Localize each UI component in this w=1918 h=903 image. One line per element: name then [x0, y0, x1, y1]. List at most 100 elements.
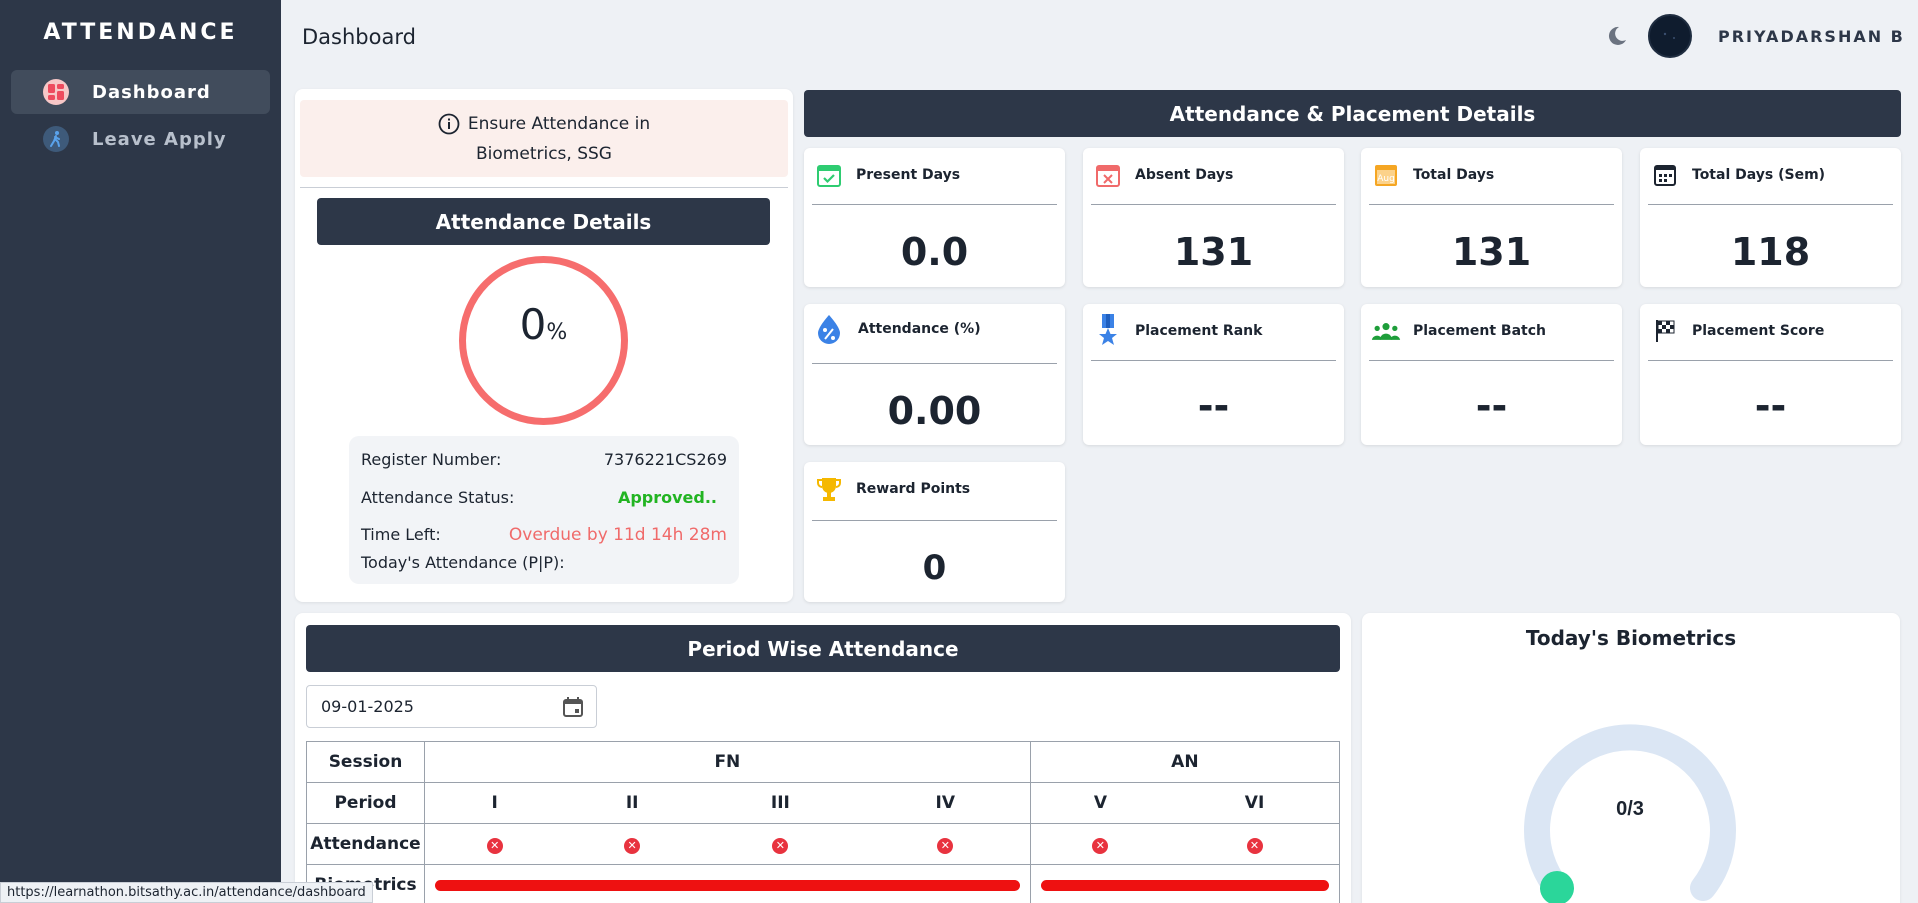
sidebar-item-label: Dashboard: [92, 81, 211, 103]
absent-x-icon: ✕: [772, 838, 789, 854]
attendance-cell: ✕: [1170, 823, 1341, 865]
stat-value: 131: [1173, 230, 1254, 274]
attendance-label: Attendance: [306, 823, 425, 865]
period-cell: IV: [860, 782, 1031, 824]
users-icon: [1371, 316, 1401, 346]
stat-value: 0.00: [887, 389, 982, 433]
stat-card-absent-days: Absent Days 131: [1083, 148, 1344, 287]
divider: [1648, 360, 1893, 361]
stat-label: Placement Batch: [1413, 323, 1546, 339]
calendar-x-icon: [1093, 160, 1123, 190]
walking-person-icon: [43, 126, 69, 152]
table-row: Attendance ✕ ✕ ✕ ✕ ✕ ✕: [306, 823, 1341, 865]
status-label: Attendance Status:: [361, 488, 515, 507]
stat-card-reward-points: Reward Points 0: [804, 462, 1065, 602]
period-table: Session FN AN Period I II III IV V VI At…: [306, 741, 1341, 903]
stat-value: --: [1754, 384, 1787, 428]
stat-card-total-days: Aug Total Days 131: [1361, 148, 1622, 287]
divider: [300, 187, 788, 188]
absent-x-icon: ✕: [1246, 838, 1263, 854]
biometrics-fn-cell: [424, 864, 1031, 903]
page-title: Dashboard: [302, 25, 416, 49]
period-cell: VI: [1170, 782, 1341, 824]
absent-x-icon: ✕: [486, 838, 503, 854]
fn-label: FN: [424, 741, 1031, 783]
stat-card-placement-score: Placement Score --: [1640, 304, 1901, 445]
attendance-percent: 0%: [458, 300, 629, 349]
today-attendance-label: Today's Attendance (P|P):: [361, 553, 565, 572]
stat-label: Attendance (%): [858, 321, 981, 337]
medal-icon: [1093, 314, 1123, 346]
moon-icon[interactable]: [1605, 24, 1629, 48]
stat-value: 118: [1730, 230, 1811, 274]
stat-label: Placement Score: [1692, 323, 1825, 339]
biometrics-gauge: [1524, 724, 1736, 903]
percent-drop-icon: [814, 314, 844, 344]
svg-text:Aug: Aug: [1377, 174, 1395, 184]
date-value: 09-01-2025: [321, 697, 414, 716]
period-cell: I: [424, 782, 565, 824]
sidebar-item-label: Leave Apply: [92, 128, 227, 150]
stat-label: Total Days (Sem): [1692, 167, 1826, 183]
register-label: Register Number:: [361, 450, 502, 469]
dashboard-icon: [43, 79, 69, 105]
an-label: AN: [1029, 741, 1341, 783]
biometrics-an-cell: [1029, 864, 1341, 903]
today-attendance-row: Today's Attendance (P|P):: [361, 553, 727, 572]
period-cell: V: [1029, 782, 1171, 824]
calendar-icon: [1650, 160, 1680, 190]
table-row: Biometrics: [306, 864, 1341, 903]
stat-value: 0.0: [900, 230, 969, 274]
sidebar-item-leave-apply[interactable]: Leave Apply: [11, 117, 270, 161]
sidebar-item-dashboard[interactable]: Dashboard: [11, 70, 270, 114]
biometrics-an-bar: [1040, 879, 1329, 891]
divider: [1091, 360, 1336, 361]
stat-label: Total Days: [1413, 167, 1495, 183]
biometrics-fn-bar: [435, 879, 1020, 891]
stat-value: 131: [1451, 230, 1532, 274]
calendar-picker-icon[interactable]: [562, 696, 584, 718]
attendance-cell: ✕: [424, 823, 565, 865]
divider: [1091, 204, 1336, 205]
calendar-check-icon: [814, 160, 844, 190]
table-row: Session FN AN: [306, 741, 1341, 783]
absent-x-icon: ✕: [1092, 838, 1109, 854]
user-name[interactable]: PRIYADARSHAN B: [1718, 27, 1905, 46]
stat-label: Absent Days: [1135, 167, 1234, 183]
divider: [812, 520, 1057, 521]
stat-value: --: [1475, 384, 1508, 428]
stat-value: --: [1197, 384, 1230, 428]
period-label: Period: [306, 782, 425, 824]
attendance-info-box: Register Number: 7376221CS269 Attendance…: [349, 436, 739, 584]
stat-card-attendance-percent: Attendance (%) 0.00: [804, 304, 1065, 445]
attendance-details-title: Attendance Details: [317, 198, 770, 245]
calendar-aug-icon: Aug: [1371, 160, 1401, 190]
trophy-icon: [814, 474, 844, 504]
placement-details-title: Attendance & Placement Details: [804, 90, 1901, 137]
divider: [1369, 360, 1614, 361]
status-badge: Approved..: [617, 488, 717, 507]
notice-banner: Ensure Attendance in Biometrics, SSG: [300, 100, 788, 177]
stat-label: Reward Points: [856, 481, 971, 497]
sidebar: ATTENDANCE Dashboard Leave Apply: [0, 0, 281, 903]
period-wise-title: Period Wise Attendance: [306, 625, 1340, 672]
avatar[interactable]: [1648, 14, 1692, 58]
table-row: Period I II III IV V VI: [306, 782, 1341, 824]
attendance-cell: ✕: [1029, 823, 1171, 865]
register-row: Register Number: 7376221CS269: [361, 450, 727, 469]
divider: [1369, 204, 1614, 205]
session-label: Session: [306, 741, 425, 783]
divider: [812, 204, 1057, 205]
stat-card-present-days: Present Days 0.0: [804, 148, 1065, 287]
checkered-flag-icon: [1650, 316, 1680, 346]
stat-card-total-days-sem: Total Days (Sem) 118: [1640, 148, 1901, 287]
divider: [1648, 204, 1893, 205]
stat-label: Present Days: [856, 167, 961, 183]
time-left-label: Time Left:: [361, 525, 441, 544]
stat-value: 0: [922, 548, 947, 588]
date-input[interactable]: 09-01-2025: [306, 685, 597, 728]
info-icon: [438, 113, 460, 135]
absent-x-icon: ✕: [937, 838, 954, 854]
attendance-percent-value: 0: [519, 300, 547, 349]
biometrics-count: 0/3: [1616, 798, 1644, 820]
